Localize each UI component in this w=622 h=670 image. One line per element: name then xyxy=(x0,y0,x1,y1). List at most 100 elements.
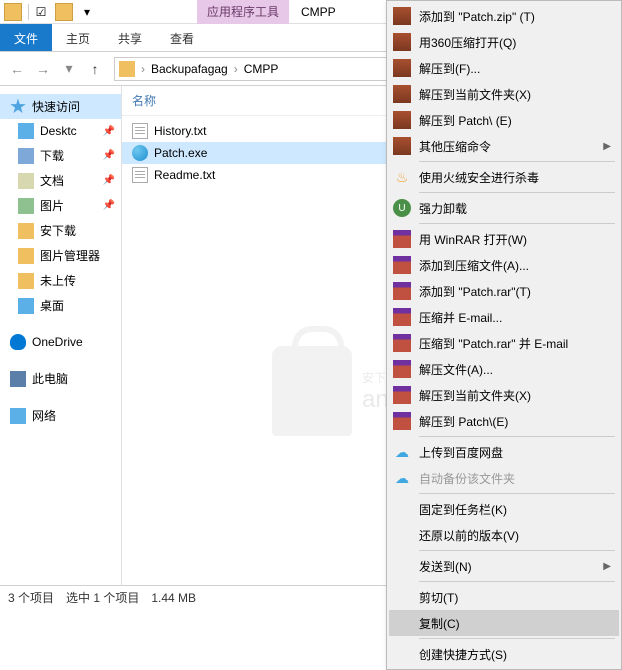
context-menu-label: 创建快捷方式(S) xyxy=(419,646,507,663)
context-menu-label: 解压文件(A)... xyxy=(419,361,493,378)
context-menu-item[interactable]: 添加到 "Patch.rar"(T) xyxy=(389,278,619,304)
context-menu-label: 还原以前的版本(V) xyxy=(419,527,519,544)
nav-pane: 快速访问 Desktc📌 下载📌 文档📌 图片📌 安下载 图片管理器 未上传 桌… xyxy=(0,86,122,585)
contextual-tab-label: 应用程序工具 xyxy=(197,0,289,24)
nav-recent-dropdown[interactable]: ▾ xyxy=(56,56,82,82)
context-separator xyxy=(419,223,615,224)
context-menu: 添加到 "Patch.zip" (T) 用360压缩打开(Q) 解压到(F)... 解… xyxy=(386,0,622,670)
context-menu-item[interactable]: 还原以前的版本(V) xyxy=(389,522,619,548)
desktop-icon xyxy=(18,123,34,139)
cloud360-icon: ☁ xyxy=(393,443,411,461)
zip-icon xyxy=(393,111,411,129)
context-menu-item[interactable]: 剪切(T) xyxy=(389,584,619,610)
context-menu-item[interactable]: 发送到(N)▶ xyxy=(389,553,619,579)
sidebar-item-desktop[interactable]: Desktc 📌 xyxy=(0,119,121,143)
sidebar-item-folder[interactable]: 安下载 xyxy=(0,218,121,243)
sidebar-quick-access[interactable]: 快速访问 xyxy=(0,94,121,119)
context-menu-item[interactable]: 压缩到 "Patch.rar" 并 E-mail xyxy=(389,330,619,356)
context-menu-label: 使用火绒安全进行杀毒 xyxy=(419,169,539,186)
ribbon-tab-share[interactable]: 共享 xyxy=(104,24,156,51)
context-menu-item[interactable]: 其他压缩命令▶ xyxy=(389,133,619,159)
context-menu-label: 添加到压缩文件(A)... xyxy=(419,257,529,274)
none-icon xyxy=(393,526,411,544)
sidebar-label: Desktc xyxy=(40,124,77,138)
context-menu-item[interactable]: 用360压缩打开(Q) xyxy=(389,29,619,55)
sidebar-thispc[interactable]: 此电脑 xyxy=(0,366,121,391)
context-menu-label: 固定到任务栏(K) xyxy=(419,501,507,518)
nav-forward[interactable]: → xyxy=(30,56,56,82)
sidebar-label: 此电脑 xyxy=(32,370,68,387)
context-menu-label: 复制(C) xyxy=(419,615,460,632)
context-menu-label: 解压到当前文件夹(X) xyxy=(419,387,531,404)
context-menu-item[interactable]: 用 WinRAR 打开(W) xyxy=(389,226,619,252)
none-icon xyxy=(393,614,411,632)
address-segment[interactable]: Backupafagag xyxy=(147,62,232,76)
status-selected: 选中 1 个项目 xyxy=(66,589,139,606)
sidebar-label: 图片管理器 xyxy=(40,247,100,264)
context-menu-item[interactable]: ☁上传到百度网盘 xyxy=(389,439,619,465)
qat-button[interactable]: ☑ xyxy=(31,2,51,22)
sidebar-item-desktop2[interactable]: 桌面 xyxy=(0,293,121,318)
sidebar-item-downloads[interactable]: 下载📌 xyxy=(0,143,121,168)
pc-icon xyxy=(10,371,26,387)
context-menu-item[interactable]: 解压文件(A)... xyxy=(389,356,619,382)
qat-dropdown[interactable]: ▾ xyxy=(77,2,97,22)
zip-icon xyxy=(393,85,411,103)
sidebar-item-folder[interactable]: 图片管理器 xyxy=(0,243,121,268)
context-menu-item[interactable]: 解压到(F)... xyxy=(389,55,619,81)
none-icon xyxy=(393,500,411,518)
status-item-count: 3 个项目 xyxy=(8,589,54,606)
context-separator xyxy=(419,436,615,437)
pin-icon: 📌 xyxy=(103,126,115,137)
ribbon-tab-view[interactable]: 查看 xyxy=(156,24,208,51)
context-menu-item[interactable]: 解压到 Patch\ (E) xyxy=(389,107,619,133)
ribbon-file-tab[interactable]: 文件 xyxy=(0,24,52,51)
sidebar-label: 图片 xyxy=(40,197,64,214)
chevron-right-icon[interactable]: › xyxy=(232,62,240,76)
folder-icon xyxy=(18,273,34,289)
context-separator xyxy=(419,550,615,551)
context-menu-item[interactable]: U强力卸载 xyxy=(389,195,619,221)
sidebar-label: 下载 xyxy=(40,147,64,164)
context-menu-item[interactable]: 解压到当前文件夹(X) xyxy=(389,382,619,408)
context-menu-label: 压缩并 E-mail... xyxy=(419,309,502,326)
context-menu-item[interactable]: 添加到 "Patch.zip" (T) xyxy=(389,3,619,29)
nav-up[interactable]: ↑ xyxy=(82,56,108,82)
nav-back[interactable]: ← xyxy=(4,56,30,82)
context-menu-label: 解压到 Patch\(E) xyxy=(419,413,508,430)
sidebar-onedrive[interactable]: OneDrive xyxy=(0,330,121,354)
context-menu-item[interactable]: ♨使用火绒安全进行杀毒 xyxy=(389,164,619,190)
chevron-right-icon[interactable]: › xyxy=(139,62,147,76)
context-menu-item[interactable]: 添加到压缩文件(A)... xyxy=(389,252,619,278)
context-menu-label: 解压到(F)... xyxy=(419,60,480,77)
context-menu-label: 添加到 "Patch.zip" (T) xyxy=(419,8,535,25)
rar-icon xyxy=(393,334,411,352)
context-menu-item[interactable]: 复制(C) xyxy=(389,610,619,636)
context-menu-label: 剪切(T) xyxy=(419,589,458,606)
cloud360-icon: ☁ xyxy=(393,469,411,487)
context-menu-item[interactable]: 压缩并 E-mail... xyxy=(389,304,619,330)
sidebar-network[interactable]: 网络 xyxy=(0,403,121,428)
context-menu-item[interactable]: 解压到 Patch\(E) xyxy=(389,408,619,434)
zip-icon xyxy=(393,137,411,155)
pin-icon: 📌 xyxy=(103,175,115,186)
chevron-right-icon: ▶ xyxy=(603,141,611,152)
context-separator xyxy=(419,161,615,162)
sidebar-item-pictures[interactable]: 图片📌 xyxy=(0,193,121,218)
sidebar-item-documents[interactable]: 文档📌 xyxy=(0,168,121,193)
qat-folder-icon[interactable] xyxy=(55,3,73,21)
context-menu-item[interactable]: 解压到当前文件夹(X) xyxy=(389,81,619,107)
context-menu-label: 解压到当前文件夹(X) xyxy=(419,86,531,103)
address-folder-icon xyxy=(119,61,135,77)
context-menu-item[interactable]: 创建快捷方式(S) xyxy=(389,641,619,667)
text-file-icon xyxy=(132,123,148,139)
sidebar-item-folder[interactable]: 未上传 xyxy=(0,268,121,293)
context-menu-label: 用360压缩打开(Q) xyxy=(419,34,516,51)
context-menu-label: 添加到 "Patch.rar"(T) xyxy=(419,283,531,300)
address-segment[interactable]: CMPP xyxy=(240,62,283,76)
status-size: 1.44 MB xyxy=(151,591,196,605)
context-menu-item[interactable]: 固定到任务栏(K) xyxy=(389,496,619,522)
exe-file-icon xyxy=(132,145,148,161)
ribbon-tab-home[interactable]: 主页 xyxy=(52,24,104,51)
context-menu-label: 发送到(N) xyxy=(419,558,472,575)
